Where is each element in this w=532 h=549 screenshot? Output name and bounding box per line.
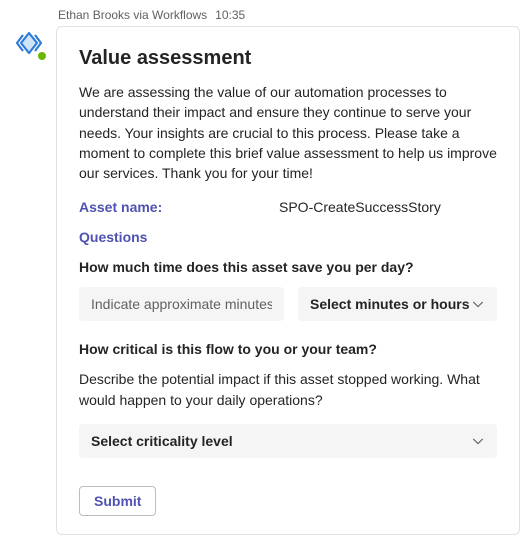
question-2-description: Describe the potential impact if this as… (79, 369, 497, 410)
question-2-text: How critical is this flow to you or your… (79, 341, 497, 357)
question-1-text: How much time does this asset save you p… (79, 259, 497, 275)
chevron-down-icon (471, 297, 485, 311)
question-1-inputs: Select minutes or hours (79, 287, 497, 321)
asset-row: Asset name: SPO-CreateSuccessStory (79, 199, 497, 215)
time-saved-input[interactable] (79, 287, 284, 321)
time-unit-select-label: Select minutes or hours (310, 296, 469, 312)
questions-section-label: Questions (79, 229, 497, 245)
sender-name[interactable]: Ethan Brooks via Workflows (58, 8, 207, 22)
message-row: Ethan Brooks via Workflows 10:35 Value a… (0, 0, 532, 547)
message-header: Ethan Brooks via Workflows 10:35 (56, 8, 520, 22)
message-time: 10:35 (215, 8, 245, 22)
criticality-select-label: Select criticality level (91, 433, 233, 449)
asset-name-label: Asset name: (79, 199, 279, 215)
submit-button[interactable]: Submit (79, 486, 156, 516)
presence-available-icon (36, 50, 48, 62)
criticality-select[interactable]: Select criticality level (79, 424, 497, 458)
message-column: Ethan Brooks via Workflows 10:35 Value a… (56, 8, 520, 535)
card-description: We are assessing the value of our automa… (79, 82, 497, 183)
workflows-avatar (12, 26, 46, 60)
card-title: Value assessment (79, 47, 497, 70)
adaptive-card: Value assessment We are assessing the va… (56, 26, 520, 535)
time-unit-select[interactable]: Select minutes or hours (298, 287, 497, 321)
avatar-container (12, 8, 46, 535)
asset-name-value: SPO-CreateSuccessStory (279, 199, 441, 215)
chevron-down-icon (471, 434, 485, 448)
